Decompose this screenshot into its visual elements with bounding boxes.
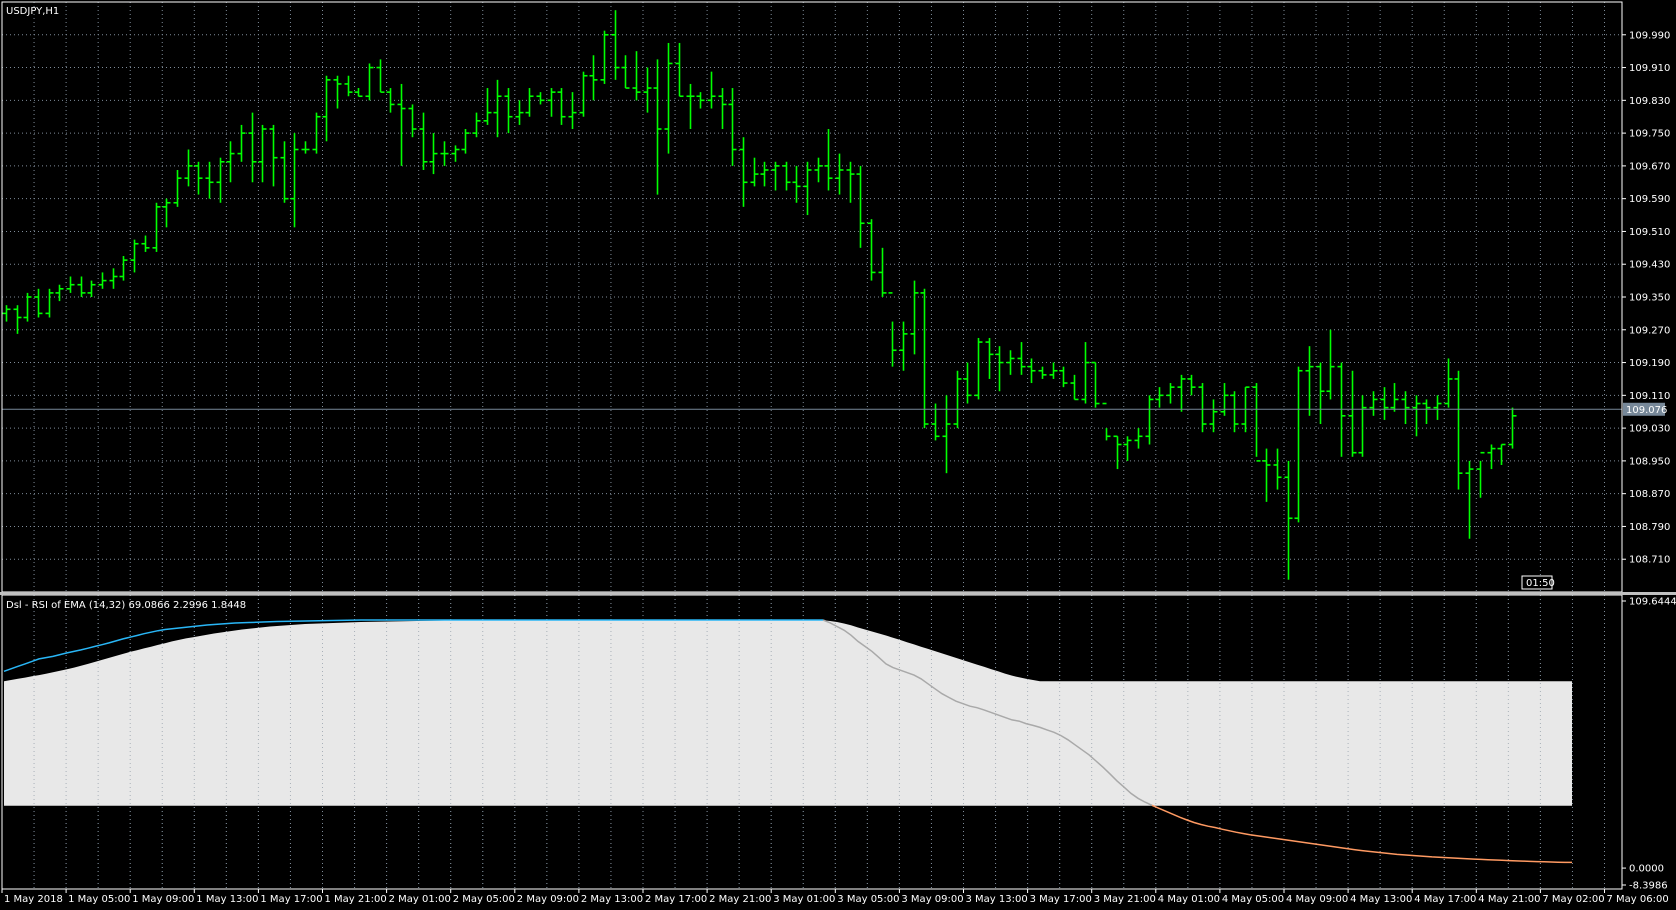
price-tick-label: 109.030 [1629,424,1670,435]
price-tick-label: 108.950 [1629,456,1670,467]
price-tick-label: 109.590 [1629,194,1670,205]
time-tick-label: 1 May 21:00 [325,894,387,905]
countdown-text: 01:50 [1526,578,1555,589]
current-price-text: 109.076 [1626,405,1667,416]
price-tick-label: 109.510 [1629,227,1670,238]
indicator-tick-label: 0.0000 [1629,864,1664,875]
price-tick-label: 108.710 [1629,555,1670,566]
time-tick-label: 4 May 21:00 [1478,894,1540,905]
time-tick-label: 1 May 2018 [4,894,63,905]
price-tick-label: 109.830 [1629,96,1670,107]
time-tick-label: 3 May 17:00 [1030,894,1092,905]
time-tick-label: 2 May 09:00 [517,894,579,905]
time-tick-label: 1 May 13:00 [196,894,258,905]
time-tick-label: 3 May 01:00 [773,894,835,905]
time-tick-label: 3 May 09:00 [901,894,963,905]
time-tick-label: 7 May 06:00 [1607,894,1669,905]
indicator-title: Dsl - RSI of EMA (14,32) 69.0866 2.2996 … [6,600,246,611]
price-tick-label: 109.750 [1629,129,1670,140]
indicator-tick-label: -8.3986 [1629,881,1668,892]
panel-separator[interactable] [0,592,1676,595]
time-tick-label: 3 May 21:00 [1094,894,1156,905]
price-tick-label: 109.910 [1629,63,1670,74]
price-tick-label: 109.430 [1629,260,1670,271]
time-tick-label: 3 May 13:00 [966,894,1028,905]
time-tick-label: 2 May 17:00 [645,894,707,905]
price-tick-label: 109.350 [1629,293,1670,304]
price-tick-label: 109.190 [1629,358,1670,369]
time-tick-label: 4 May 17:00 [1414,894,1476,905]
indicator-tick-label: 109.6444 [1629,597,1676,608]
current-price-label: 109.076 [1623,402,1667,416]
time-tick-label: 2 May 13:00 [581,894,643,905]
price-tick-label: 108.790 [1629,522,1670,533]
price-tick-label: 108.870 [1629,489,1670,500]
time-tick-label: 3 May 05:00 [837,894,899,905]
price-tick-label: 109.670 [1629,161,1670,172]
time-tick-label: 2 May 21:00 [709,894,771,905]
time-tick-label: 2 May 01:00 [389,894,451,905]
time-tick-label: 1 May 17:00 [260,894,322,905]
price-tick-label: 109.110 [1629,391,1670,402]
bar-countdown: 01:50 [1521,575,1555,590]
time-tick-label: 4 May 13:00 [1350,894,1412,905]
time-tick-label: 4 May 01:00 [1158,894,1220,905]
time-tick-label: 1 May 09:00 [132,894,194,905]
price-tick-label: 109.270 [1629,325,1670,336]
time-tick-label: 2 May 05:00 [453,894,515,905]
time-tick-label: 7 May 02:00 [1542,894,1604,905]
price-tick-label: 109.990 [1629,30,1670,41]
mt4-chart-window[interactable]: 109.990 109.910 109.830 109.750 109.670 109.5… [0,0,1676,910]
time-tick-label: 4 May 09:00 [1286,894,1348,905]
chart-title: USDJPY,H1 [6,6,59,17]
time-tick-label: 4 May 05:00 [1222,894,1284,905]
time-tick-label: 1 May 05:00 [68,894,130,905]
